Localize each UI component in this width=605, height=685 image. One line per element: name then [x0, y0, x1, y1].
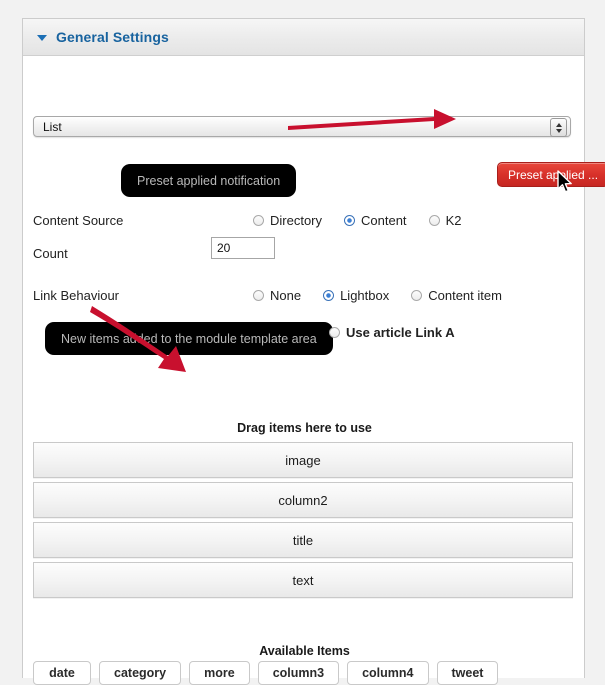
count-input[interactable]: [211, 237, 275, 259]
drag-area-heading: Drag items here to use: [237, 421, 372, 435]
available-item[interactable]: tweet: [436, 661, 499, 685]
radio-label-none: None: [270, 288, 302, 303]
radio-option-lightbox[interactable]: Lightbox: [323, 288, 389, 303]
content-source-radio-group: Directory Content K2: [253, 213, 461, 228]
content-source-label: Content Source: [33, 213, 124, 228]
radio-option-use-article-link[interactable]: Use article Link A: [329, 325, 455, 340]
triangle-down-icon[interactable]: [37, 34, 47, 41]
available-item-list: date category more column3 column4 tweet: [33, 661, 578, 685]
tooltip-preset-applied: Preset applied notification: [121, 164, 297, 197]
panel-header[interactable]: General Settings: [23, 19, 584, 56]
tooltip-new-items: New items added to the module template a…: [45, 322, 333, 355]
radio-circle-content-item[interactable]: [411, 290, 423, 301]
available-item[interactable]: column4: [347, 661, 429, 685]
available-items-heading: Available Items: [259, 644, 350, 658]
link-behaviour-radio-group: None Lightbox Content item: [253, 288, 502, 303]
radio-circle-k2[interactable]: [428, 215, 440, 226]
radio-label-lightbox: Lightbox: [340, 288, 390, 303]
content-source-row: Content Source Directory Content K2: [33, 213, 571, 228]
available-item[interactable]: category: [99, 661, 182, 685]
stepper-down-arrow: [555, 128, 562, 133]
radio-option-content[interactable]: Content: [344, 213, 407, 228]
radio-circle-use-article-link[interactable]: [329, 327, 340, 338]
radio-option-k2[interactable]: K2: [428, 213, 462, 228]
available-item[interactable]: more: [189, 661, 250, 685]
link-behaviour-row: Link Behaviour None Lightbox Content ite…: [33, 288, 571, 303]
radio-circle-none[interactable]: [253, 290, 264, 301]
radio-label-k2: K2: [445, 213, 462, 228]
radio-option-content-item[interactable]: Content item: [411, 288, 502, 303]
up-down-stepper-icon[interactable]: [550, 118, 567, 137]
radio-option-directory[interactable]: Directory: [253, 213, 322, 228]
radio-label-content-item: Content item: [428, 288, 502, 303]
link-behaviour-label: Link Behaviour: [33, 288, 119, 303]
radio-label-content: Content: [361, 213, 407, 228]
drag-item-list: image column2 title text: [33, 442, 573, 602]
count-row: Count: [33, 237, 571, 261]
drag-item[interactable]: column2: [33, 482, 573, 518]
drag-item[interactable]: title: [33, 522, 573, 558]
stepper-up-arrow: [555, 122, 562, 127]
layout-select-value: List: [43, 119, 62, 134]
preset-applied-button[interactable]: Preset applied ...: [497, 162, 605, 187]
layout-select[interactable]: List: [33, 116, 571, 137]
radio-option-none[interactable]: None: [253, 288, 301, 303]
radio-label-directory: Directory: [270, 213, 323, 228]
drag-item[interactable]: image: [33, 442, 573, 478]
available-item[interactable]: column3: [257, 661, 340, 685]
radio-circle-lightbox[interactable]: [323, 290, 335, 301]
available-item[interactable]: date: [33, 661, 91, 685]
page-title: General Settings: [56, 29, 169, 45]
radio-label-use-article-link: Use article Link A: [346, 325, 455, 340]
general-settings-panel: General Settings List Preset applied not…: [22, 18, 605, 685]
radio-circle-content[interactable]: [344, 215, 356, 226]
layout-select-wrapper: List: [33, 116, 571, 137]
radio-circle-directory[interactable]: [253, 215, 264, 226]
drag-item[interactable]: text: [33, 562, 573, 598]
